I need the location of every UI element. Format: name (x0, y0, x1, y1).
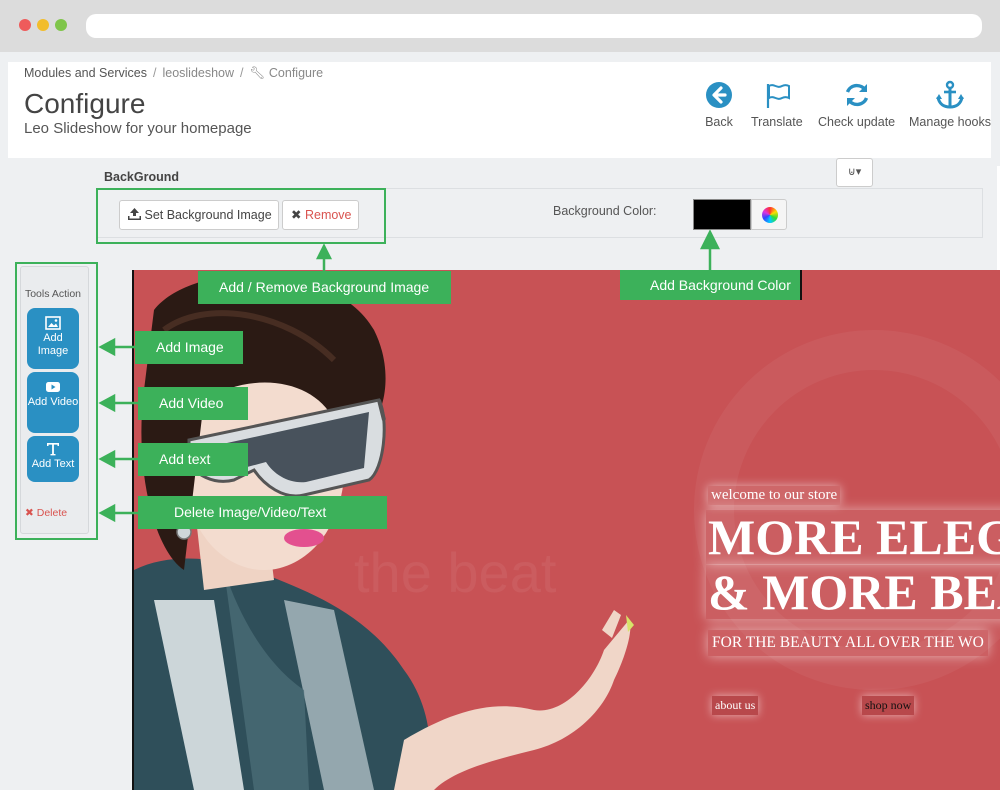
callout-background-image: Add / Remove Background Image (198, 271, 451, 304)
slide-welcome-text[interactable]: welcome to our store (708, 486, 841, 505)
slide-subline[interactable]: FOR THE BEAUTY ALL OVER THE WO (708, 630, 988, 656)
anchor-icon (936, 80, 964, 109)
breadcrumb-configure: Configure (268, 66, 324, 80)
flag-icon (766, 84, 790, 108)
set-background-image-label: Set Background Image (144, 208, 272, 222)
window-maximize-dot[interactable] (55, 19, 67, 31)
slide-shop-link[interactable]: shop now (862, 696, 915, 715)
slide-canvas[interactable]: the beat welcome to our store MORE ELEG … (132, 270, 1000, 790)
callout-add-video: Add Video (138, 387, 248, 420)
page-title: Configure (24, 88, 146, 119)
breadcrumb-leoslideshow[interactable]: leoslideshow (162, 66, 234, 80)
manage-hooks-button[interactable]: Manage hooks (909, 80, 991, 129)
add-video-button[interactable]: Add Video (27, 372, 79, 433)
background-color-swatch[interactable] (693, 199, 751, 230)
page-subtitle: Leo Slideshow for your homepage (24, 120, 252, 137)
background-color-label: Background Color: (553, 204, 657, 218)
check-update-label: Check update (818, 115, 896, 129)
check-update-button[interactable]: Check update (818, 80, 895, 129)
browser-chrome (0, 0, 1000, 52)
tools-action-title: Tools Action (24, 288, 82, 300)
address-bar[interactable] (86, 14, 982, 38)
window-close-dot[interactable] (19, 19, 31, 31)
remove-background-button[interactable]: ✖ Remove (282, 200, 359, 230)
video-play-icon (46, 382, 60, 392)
add-image-label: Add Image (37, 332, 69, 357)
back-button[interactable]: Back (704, 80, 734, 129)
callout-background-color: Add Background Color (620, 270, 802, 300)
translate-button[interactable]: Translate (751, 80, 803, 129)
color-wheel-icon (762, 207, 778, 223)
callout-add-image: Add Image (135, 331, 243, 364)
color-picker-button[interactable] (751, 199, 787, 230)
breadcrumb-modules[interactable]: Modules and Services (24, 66, 147, 80)
window-minimize-dot[interactable] (37, 19, 49, 31)
add-image-button[interactable]: Add Image (27, 308, 79, 369)
admin-page: Modules and Services / leoslideshow / 🔧︎ Con… (0, 52, 1000, 790)
refresh-icon (845, 83, 868, 107)
back-arrow-icon (706, 82, 732, 108)
image-icon (45, 316, 61, 330)
delete-label: Delete (36, 507, 68, 519)
set-background-image-button[interactable]: Set Background Image (119, 200, 279, 230)
translate-label: Translate (751, 115, 803, 129)
back-label: Back (705, 115, 733, 129)
add-text-label: Add Text (31, 458, 75, 470)
remove-label: Remove (304, 208, 352, 222)
remove-x-icon: ✖ (291, 208, 302, 222)
background-section-label: BackGround (104, 170, 180, 184)
breadcrumb: Modules and Services / leoslideshow / 🔧︎ Con… (24, 66, 324, 80)
callout-delete: Delete Image/Video/Text (138, 496, 387, 529)
callout-add-text: Add text (138, 443, 248, 476)
add-video-label: Add Video (27, 396, 79, 408)
delete-x-icon: ✖ (25, 507, 34, 519)
text-icon (47, 443, 59, 456)
manage-hooks-label: Manage hooks (909, 115, 992, 129)
options-dropdown[interactable]: ⊍▾ (836, 158, 873, 187)
slide-headline-2[interactable]: & MORE BEA (706, 565, 1000, 619)
add-text-button[interactable]: Add Text (27, 436, 79, 482)
slide-about-link[interactable]: about us (712, 696, 759, 715)
page-header: Modules and Services / leoslideshow / 🔧︎ Con… (8, 62, 991, 158)
upload-icon (128, 208, 141, 220)
slide-headline-1[interactable]: MORE ELEG (706, 510, 1000, 564)
delete-button[interactable]: ✖ Delete (25, 507, 67, 519)
wrench-icon: 🔧︎ (249, 66, 266, 80)
